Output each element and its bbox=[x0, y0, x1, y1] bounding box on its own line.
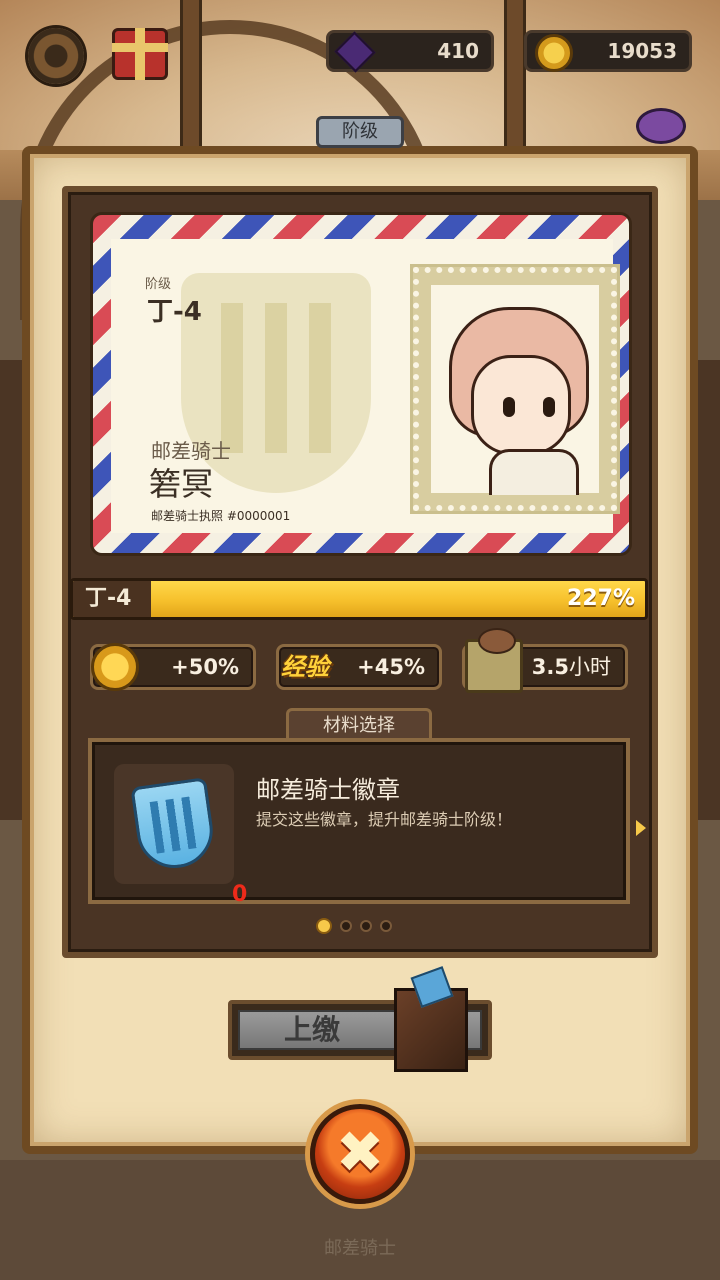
background-beam bbox=[180, 0, 202, 170]
exp-bonus: 经验 +45% bbox=[276, 644, 442, 690]
footer-label: 邮差骑士 bbox=[324, 1238, 396, 1259]
page-dot[interactable] bbox=[360, 920, 372, 932]
time-bonus: 3.5小时 bbox=[462, 628, 628, 693]
card-rank-label: 阶级 bbox=[145, 277, 172, 292]
coin-icon bbox=[91, 643, 139, 691]
purple-pot-icon bbox=[636, 108, 686, 144]
progress-percent: 227% bbox=[567, 586, 635, 611]
page-dot[interactable] bbox=[340, 920, 352, 932]
arrow-right-icon[interactable] bbox=[636, 820, 646, 836]
license-card: 阶级 丁-4 邮差骑士 箬冥 邮差骑士执照 #0000001 bbox=[90, 212, 632, 556]
exp-label: 经验 bbox=[281, 653, 329, 681]
progress-fill bbox=[73, 581, 645, 617]
material-description: 提交这些徽章，提升邮差骑士阶级！ bbox=[256, 810, 513, 829]
card-rank-value: 丁-4 bbox=[147, 297, 202, 327]
gem-counter[interactable]: 410 bbox=[326, 30, 494, 73]
portrait-eye bbox=[503, 397, 515, 417]
portrait-stamp bbox=[410, 264, 620, 514]
portrait-eye bbox=[543, 397, 555, 417]
page-indicator bbox=[316, 918, 392, 934]
time-value: 3.5 bbox=[531, 655, 569, 679]
material-card[interactable]: 0 邮差骑士徽章 提交这些徽章，提升邮差骑士阶级！ bbox=[88, 738, 646, 907]
progress-rank-label: 丁-4 bbox=[73, 581, 151, 617]
box-icon bbox=[394, 988, 468, 1072]
gem-icon bbox=[334, 31, 376, 73]
gold-bonus: +50% bbox=[90, 643, 256, 691]
material-title: 邮差骑士徽章 bbox=[256, 776, 400, 804]
background-beam bbox=[504, 0, 526, 170]
page-dot[interactable] bbox=[316, 918, 332, 934]
crate-icon bbox=[465, 628, 523, 693]
material-section-label: 材料选择 bbox=[286, 708, 432, 742]
gift-icon[interactable] bbox=[112, 28, 168, 80]
portrait-face bbox=[471, 355, 571, 455]
background-wall bbox=[696, 360, 720, 820]
portrait bbox=[431, 285, 599, 495]
exp-bonus-value: +45% bbox=[357, 655, 425, 679]
time-unit: 小时 bbox=[569, 655, 611, 679]
panel-title-tag: 阶级 bbox=[316, 116, 404, 148]
card-license-number: 邮差骑士执照 #0000001 bbox=[151, 509, 291, 523]
license-card-body: 阶级 丁-4 邮差骑士 箬冥 邮差骑士执照 #0000001 bbox=[111, 239, 620, 533]
card-player-name: 箬冥 bbox=[149, 465, 214, 503]
gear-icon[interactable] bbox=[28, 28, 84, 84]
badge-icon bbox=[130, 777, 218, 873]
close-button[interactable]: ✖ bbox=[310, 1104, 410, 1204]
rank-progress-bar: 丁-4 227% bbox=[70, 578, 648, 620]
gold-counter[interactable]: 19053 bbox=[524, 30, 692, 72]
material-slot[interactable]: 0 bbox=[114, 764, 247, 907]
portrait-body bbox=[489, 449, 579, 495]
coin-icon bbox=[535, 34, 573, 72]
gold-amount: 19053 bbox=[607, 39, 677, 63]
close-icon: ✖ bbox=[335, 1118, 385, 1186]
gem-amount: 410 bbox=[437, 39, 479, 63]
background-wall bbox=[0, 360, 24, 820]
page-dot[interactable] bbox=[380, 920, 392, 932]
material-count: 0 bbox=[232, 882, 248, 907]
gold-bonus-value: +50% bbox=[171, 655, 239, 679]
